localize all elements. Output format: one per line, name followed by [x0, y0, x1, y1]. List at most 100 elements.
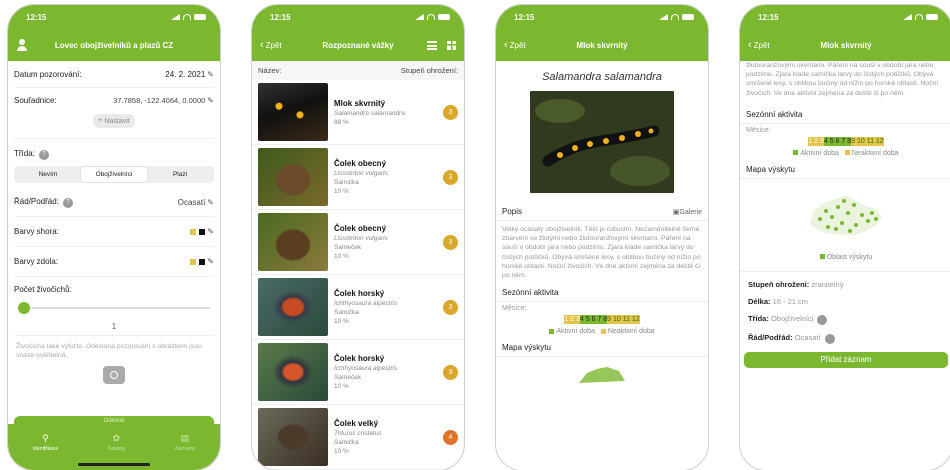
- species-sex: Samička: [334, 309, 359, 316]
- date-label: Datum pozorování:: [14, 69, 82, 79]
- records-icon: ▤: [180, 432, 190, 443]
- threat-level-badge: 3: [443, 364, 458, 380]
- coords-row[interactable]: Souřadnice: 37.7858, -122.4064, 0.0000 ✎: [14, 88, 214, 112]
- count-label: Počet živočichů:: [14, 285, 72, 294]
- status-bar: 12:15: [8, 5, 220, 29]
- set-location-label: Nastavit: [104, 117, 130, 125]
- species-name: Čolek obecný: [334, 159, 387, 168]
- class-segmented-control[interactable]: Nevím Obojživelníci Plazi: [14, 166, 214, 183]
- nav-bar: Lovec obojživelníků a plazů CZ: [8, 29, 220, 61]
- camera-icon: [110, 371, 118, 380]
- send-label: Odeslat: [103, 418, 125, 424]
- map-preview: [496, 357, 708, 390]
- species-latin: Triturus cristatus: [334, 430, 382, 437]
- status-icons: [415, 14, 450, 20]
- edit-icon[interactable]: ✎: [207, 227, 214, 236]
- legend-active: Aktivní doba: [556, 328, 595, 336]
- species-sex: Sameček: [334, 244, 362, 251]
- signal-icon: [903, 14, 912, 20]
- order-row: Řád/Podřád: Ocasatí?: [740, 329, 950, 348]
- status-bar: 12:15: [740, 5, 950, 29]
- back-button[interactable]: ‹ Zpět: [504, 39, 526, 51]
- back-label: Zpět: [753, 40, 770, 50]
- threat-level-badge: 4: [443, 429, 458, 445]
- tab-identification[interactable]: ⚲ Identifikace: [33, 433, 58, 452]
- slider-knob[interactable]: [18, 302, 30, 314]
- edit-icon[interactable]: ✎: [207, 257, 214, 266]
- list-view-icon[interactable]: [427, 40, 437, 50]
- date-row[interactable]: Datum pozorování: 24. 2. 2021 ✎: [14, 61, 214, 88]
- legend-swatch-active: [549, 328, 555, 334]
- colors-bottom-row[interactable]: Barvy zdola: ✎: [14, 247, 214, 277]
- edit-icon[interactable]: ✎: [207, 198, 214, 207]
- gallery-button[interactable]: ▣Galerie: [673, 208, 702, 216]
- legend-swatch-range: [819, 254, 825, 260]
- home-indicator: [78, 463, 150, 466]
- battery-icon: [682, 14, 694, 20]
- help-icon[interactable]: ?: [824, 333, 835, 344]
- status-time: 12:15: [270, 12, 291, 22]
- species-sex: Samička: [334, 439, 359, 446]
- add-record-button[interactable]: Přidat záznam: [744, 351, 948, 368]
- help-icon[interactable]: ?: [62, 198, 73, 208]
- threat-level-badge: 3: [443, 299, 458, 315]
- nav-bar: ‹ Zpět Rozpoznané vážky: [252, 29, 464, 61]
- legend-range: Oblast výskytu: [826, 253, 873, 261]
- status-icons: [903, 14, 938, 20]
- threat-value: zranitelný: [811, 279, 844, 289]
- list-item[interactable]: Čolek obecný Lissotriton vulgaris Samička 1…: [252, 145, 464, 210]
- czech-map-icon: [579, 367, 625, 384]
- status-bar: 12:15: [252, 5, 464, 29]
- threat-level-badge: 3: [443, 234, 458, 250]
- legend-swatch-inactive: [844, 150, 850, 156]
- send-button[interactable]: Odeslat: [14, 416, 214, 426]
- months-bar: 1 2 34 5 6 7 89 10 11 12: [496, 315, 708, 325]
- edit-icon[interactable]: ✎: [207, 70, 214, 79]
- help-icon[interactable]: ?: [817, 314, 828, 325]
- tab-records[interactable]: ▤ Záznamy: [175, 433, 196, 452]
- col-threat: Stupeň ohrožení:: [400, 66, 458, 75]
- camera-button[interactable]: [103, 366, 125, 385]
- profile-button[interactable]: [16, 39, 28, 51]
- species-latin: Lissotriton vulgaris: [334, 235, 388, 242]
- list-item[interactable]: Čolek horský Ichthyosaura alpestris Samičk…: [252, 275, 464, 340]
- phone-detail: 12:15 ‹ Zpět Mlok skvrnitý Salamandra sal…: [496, 5, 708, 470]
- wifi-icon: [671, 14, 679, 20]
- list-item[interactable]: Mlok skvrnitý Salamandra salamandra 88 % 3: [252, 80, 464, 145]
- tab-bar: Odeslat ⚲ Identifikace ✿ Katalog ▤ Záznamy: [8, 416, 220, 470]
- species-name: Mlok skvrnitý: [334, 98, 386, 108]
- color-swatch-yellow: [190, 228, 197, 235]
- order-value: Ocasatí: [794, 332, 821, 342]
- class-value: Obojživelníci: [770, 313, 814, 323]
- list-item[interactable]: Čolek obecný Lissotriton vulgaris Sameček 1…: [252, 210, 464, 275]
- class-option-amphibians[interactable]: Obojživelníci: [81, 167, 147, 182]
- list-item[interactable]: Čolek horský Ichthyosaura alpestris Sameče…: [252, 340, 464, 405]
- list-item[interactable]: Čolek velký Triturus cristatus Samička 10 %…: [252, 405, 464, 470]
- chevron-left-icon: ‹: [504, 39, 508, 51]
- class-option-reptiles[interactable]: Plazi: [147, 167, 213, 182]
- order-row[interactable]: Řád/Podřád:? Ocasatí ✎: [14, 189, 214, 217]
- count-slider[interactable]: [18, 302, 210, 314]
- signal-icon: [659, 14, 668, 20]
- edit-icon[interactable]: ✎: [207, 96, 214, 105]
- tab-catalog[interactable]: ✿ Katalog: [108, 433, 125, 452]
- legend-inactive: Neaktivní doba: [607, 328, 655, 336]
- distribution-map[interactable]: [740, 179, 950, 244]
- help-icon[interactable]: ?: [38, 150, 49, 160]
- months-label: Měsíce:: [746, 126, 771, 134]
- signal-icon: [171, 14, 180, 20]
- set-location-button[interactable]: ⌖ Nastavit: [93, 114, 135, 128]
- order-value: Ocasatí: [177, 198, 206, 207]
- colors-top-row[interactable]: Barvy shora: ✎: [14, 217, 214, 247]
- back-button[interactable]: ‹ Zpět: [748, 39, 770, 51]
- date-value: 24. 2. 2021: [165, 69, 206, 79]
- grid-view-icon[interactable]: [447, 40, 456, 50]
- battery-icon: [194, 14, 206, 20]
- species-probability: 10 %: [334, 383, 349, 390]
- col-name: Název:: [258, 66, 282, 75]
- back-button[interactable]: ‹ Zpět: [260, 39, 282, 51]
- species-thumbnail: [258, 148, 328, 206]
- class-option-unknown[interactable]: Nevím: [15, 167, 81, 182]
- battery-icon: [926, 14, 938, 20]
- species-photo[interactable]: [530, 91, 674, 193]
